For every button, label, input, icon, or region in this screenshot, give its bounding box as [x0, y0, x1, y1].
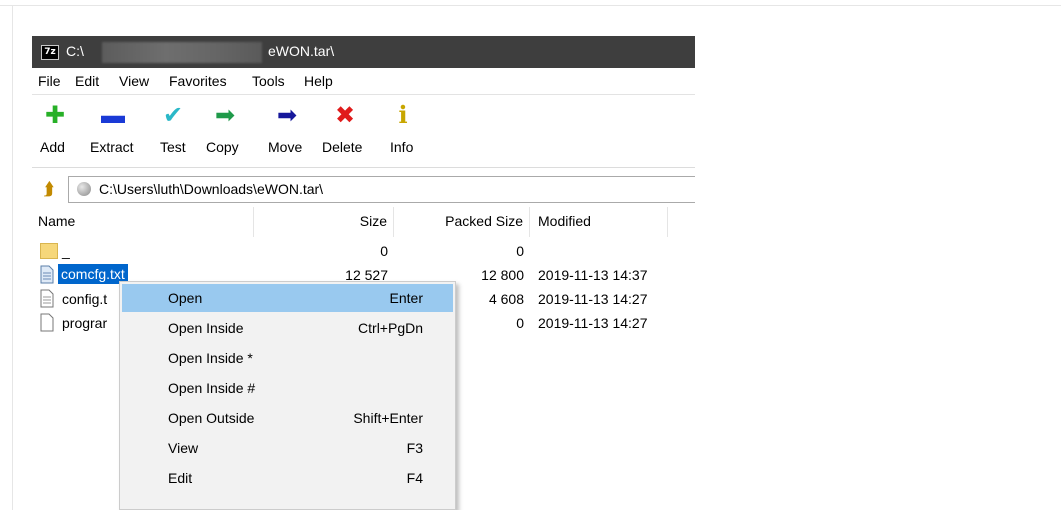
column-size[interactable]: Size: [254, 207, 394, 237]
title-bar[interactable]: 7z C:\ eWON.tar\: [32, 36, 695, 68]
file-packed-size: 0: [516, 315, 524, 331]
window-title-suffix: eWON.tar\: [268, 43, 335, 59]
address-path: C:\Users\luth\Downloads\eWON.tar\: [99, 181, 324, 197]
app-7zip-icon: 7z: [41, 45, 59, 60]
file-packed-size: 4 608: [488, 291, 524, 307]
context-item-label: Open Inside #: [168, 380, 256, 396]
toolbar: ✚ Add ▬ Extract ✔ Test ➡ Copy ➡ Move ✖ D…: [32, 95, 695, 168]
move-icon: ➡: [276, 102, 298, 129]
context-item-label: Open Inside: [168, 320, 244, 336]
add-icon: ✚: [44, 102, 66, 129]
menu-favorites[interactable]: Favorites: [169, 73, 227, 89]
column-header: Name Size Packed Size Modified: [32, 207, 695, 237]
context-item-shortcut: Ctrl+PgDn: [358, 320, 423, 336]
context-item-label: View: [168, 440, 199, 456]
file-name: prograr: [62, 315, 108, 331]
extract-button[interactable]: ▬ Extract: [86, 101, 144, 159]
context-item-label: Open: [168, 290, 203, 306]
file-modified: 2019-11-13 14:37: [538, 267, 648, 283]
delete-label: Delete: [322, 139, 363, 155]
menu-edit[interactable]: Edit: [75, 73, 99, 89]
file-name: _: [62, 243, 70, 259]
file-modified: 2019-11-13 14:27: [538, 315, 648, 331]
file-name: config.t: [62, 291, 108, 307]
test-button[interactable]: ✔ Test: [154, 101, 194, 159]
context-item-shortcut: F3: [406, 440, 423, 456]
menu-file[interactable]: File: [38, 73, 61, 89]
context-item-open-inside-hash[interactable]: Open Inside #: [122, 374, 453, 402]
context-menu: Open Enter Open Inside Ctrl+PgDn Open In…: [119, 281, 456, 510]
address-bar: ⮭ C:\Users\luth\Downloads\eWON.tar\: [32, 175, 695, 203]
move-button[interactable]: ➡ Move: [264, 101, 310, 159]
context-item-open[interactable]: Open Enter: [122, 284, 453, 312]
delete-button[interactable]: ✖ Delete: [318, 101, 372, 159]
info-button[interactable]: ℹ Info: [386, 101, 426, 159]
file-packed-size: 0: [516, 243, 524, 259]
file-size: 0: [380, 243, 388, 259]
redacted-path-region: [102, 42, 262, 63]
address-field[interactable]: C:\Users\luth\Downloads\eWON.tar\: [68, 176, 695, 203]
context-item-edit[interactable]: Edit F4: [122, 464, 453, 492]
context-item-shortcut: F4: [406, 470, 423, 486]
menu-bar: File Edit View Favorites Tools Help: [32, 68, 695, 95]
column-name-label: Name: [38, 213, 76, 229]
menu-tools[interactable]: Tools: [252, 73, 285, 89]
column-packed-size[interactable]: Packed Size: [394, 207, 530, 237]
file-row[interactable]: _ 0 0: [32, 240, 695, 264]
blank-file-icon: [40, 313, 54, 332]
text-file-icon: [40, 265, 54, 284]
file-modified: 2019-11-13 14:27: [538, 291, 648, 307]
menu-view[interactable]: View: [119, 73, 149, 89]
test-label: Test: [160, 139, 186, 155]
test-icon: ✔: [162, 102, 184, 129]
extract-label: Extract: [90, 139, 134, 155]
copy-icon: ➡: [214, 102, 236, 129]
page-left-border: [12, 5, 13, 510]
column-size-label: Size: [359, 213, 387, 229]
context-item-open-inside-star[interactable]: Open Inside *: [122, 344, 453, 372]
file-packed-size: 12 800: [481, 267, 524, 283]
context-item-open-inside[interactable]: Open Inside Ctrl+PgDn: [122, 314, 453, 342]
context-item-shortcut: Enter: [389, 290, 423, 306]
extract-icon: ▬: [101, 102, 125, 129]
context-item-label: Open Inside *: [168, 350, 253, 366]
page-top-border: [0, 5, 1061, 6]
window-title-prefix: C:\: [66, 43, 84, 59]
move-label: Move: [268, 139, 303, 155]
copy-button[interactable]: ➡ Copy: [202, 101, 248, 159]
context-item-open-outside[interactable]: Open Outside Shift+Enter: [122, 404, 453, 432]
delete-icon: ✖: [334, 102, 356, 129]
column-modified[interactable]: Modified: [530, 207, 668, 237]
context-item-label: Edit: [168, 470, 193, 486]
text-file-icon: [40, 289, 54, 308]
file-name-selected: comcfg.txt: [58, 264, 128, 284]
column-packed-size-label: Packed Size: [445, 213, 523, 229]
folder-icon: [40, 243, 58, 259]
column-name[interactable]: Name: [32, 207, 254, 237]
context-item-view[interactable]: View F3: [122, 434, 453, 462]
add-label: Add: [40, 139, 65, 155]
context-item-label: Open Outside: [168, 410, 255, 426]
drive-icon: [77, 182, 91, 196]
context-item-shortcut: Shift+Enter: [353, 410, 423, 426]
menu-help[interactable]: Help: [304, 73, 333, 89]
up-folder-button[interactable]: ⮭: [38, 178, 60, 200]
copy-label: Copy: [206, 139, 239, 155]
info-label: Info: [390, 139, 414, 155]
add-button[interactable]: ✚ Add: [36, 101, 76, 159]
column-modified-label: Modified: [538, 213, 591, 229]
info-icon: ℹ: [398, 102, 408, 129]
up-arrow-icon: ⮭: [43, 179, 55, 199]
